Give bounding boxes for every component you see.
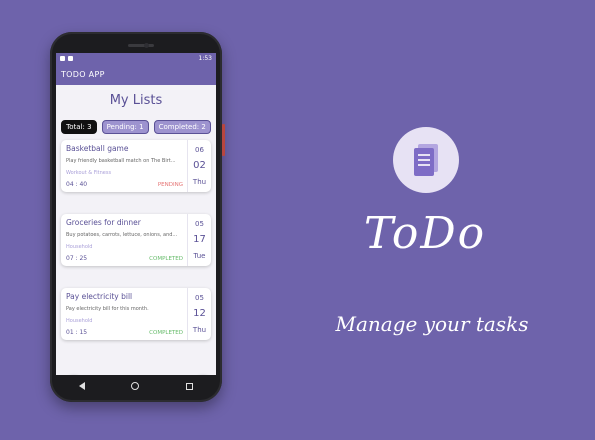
back-icon[interactable] xyxy=(79,382,86,390)
task-time: 07 : 25 xyxy=(66,255,88,262)
document-icon xyxy=(414,144,438,176)
task-date: 05 17 Tue xyxy=(187,214,211,266)
task-list: Basketball game Play friendly basketball… xyxy=(56,140,216,340)
task-date: 06 02 Thu xyxy=(187,140,211,192)
notification-icon xyxy=(68,56,73,61)
app-title: TODO APP xyxy=(61,70,105,79)
task-title: Basketball game xyxy=(66,144,129,153)
task-status: COMPLETED xyxy=(149,330,183,336)
task-time: 01 : 15 xyxy=(66,329,88,336)
task-time: 04 : 40 xyxy=(66,181,88,188)
task-description: Pay electricity bill for this month. xyxy=(66,306,149,312)
task-day: 17 xyxy=(193,234,206,246)
page-title: My Lists xyxy=(109,93,163,108)
task-status: PENDING xyxy=(157,182,183,188)
app-logo xyxy=(393,127,459,193)
task-weekday: Thu xyxy=(192,325,207,334)
task-category: Workout & Fitness xyxy=(66,170,112,176)
task-date: 05 12 Thu xyxy=(187,288,211,340)
task-card-body: Groceries for dinner Buy potatoes, carro… xyxy=(61,214,187,266)
task-card[interactable]: Pay electricity bill Pay electricity bil… xyxy=(61,288,211,340)
task-title: Groceries for dinner xyxy=(66,218,141,227)
phone-side-button xyxy=(222,124,225,156)
promo-tagline: Manage your tasks xyxy=(335,312,529,336)
recent-apps-icon[interactable] xyxy=(185,382,193,390)
task-month: 05 xyxy=(195,220,204,229)
task-card-body: Basketball game Play friendly basketball… xyxy=(61,140,187,192)
task-title: Pay electricity bill xyxy=(66,292,133,301)
filter-total-chip[interactable]: Total: 3 xyxy=(61,120,97,134)
promo-title: ToDo xyxy=(363,208,487,259)
task-category: Household xyxy=(66,244,93,250)
task-day: 12 xyxy=(193,308,206,320)
phone-frame: 1:53 TODO APP My Lists Total: 3 Pending:… xyxy=(50,32,225,402)
phone-speaker xyxy=(128,44,154,47)
android-nav-bar xyxy=(56,377,216,395)
task-card[interactable]: Basketball game Play friendly basketball… xyxy=(61,140,211,192)
task-weekday: Thu xyxy=(192,177,207,186)
task-weekday: Tue xyxy=(193,251,206,260)
app-bar: TODO APP xyxy=(56,64,216,85)
home-icon[interactable] xyxy=(131,382,140,390)
task-category: Household xyxy=(66,318,93,324)
task-description: Buy potatoes, carrots, lettuce, onions, … xyxy=(66,232,178,238)
notification-icon xyxy=(60,56,65,61)
phone-camera xyxy=(144,43,149,48)
task-card-body: Pay electricity bill Pay electricity bil… xyxy=(61,288,187,340)
task-month: 06 xyxy=(195,146,204,155)
filter-pending-chip[interactable]: Pending: 1 xyxy=(101,120,149,134)
status-time: 1:53 xyxy=(198,55,212,62)
task-status: COMPLETED xyxy=(149,256,183,262)
filter-chips: Total: 3 Pending: 1 Completed: 2 xyxy=(56,120,216,134)
app-screen: 1:53 TODO APP My Lists Total: 3 Pending:… xyxy=(56,53,216,375)
filter-completed-chip[interactable]: Completed: 2 xyxy=(153,120,211,134)
task-month: 05 xyxy=(195,294,204,303)
task-day: 02 xyxy=(193,160,206,172)
status-bar: 1:53 xyxy=(56,53,216,64)
task-card[interactable]: Groceries for dinner Buy potatoes, carro… xyxy=(61,214,211,266)
task-description: Play friendly basketball match on The Bi… xyxy=(66,158,176,164)
